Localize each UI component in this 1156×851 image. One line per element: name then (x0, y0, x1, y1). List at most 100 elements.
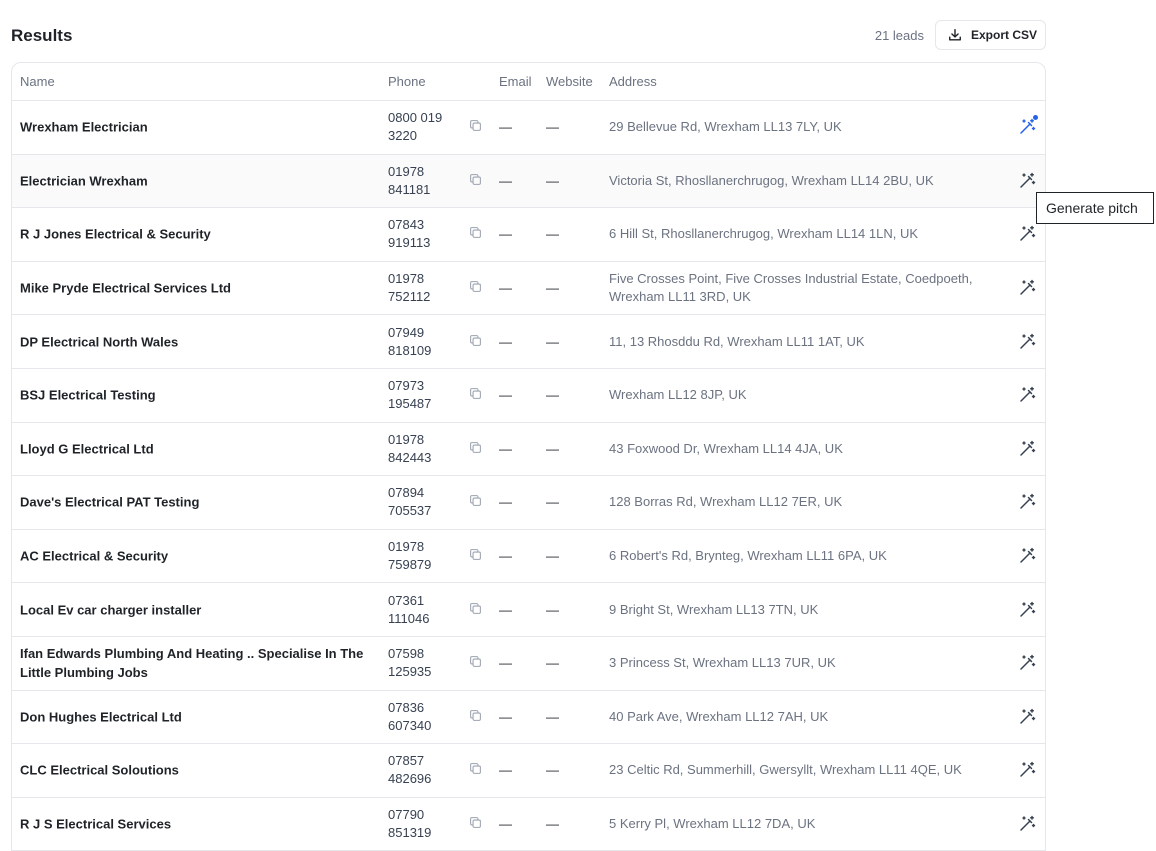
copy-icon[interactable] (469, 548, 482, 564)
lead-website: — (546, 494, 559, 510)
lead-website: — (546, 548, 559, 564)
lead-email: — (499, 602, 512, 618)
lead-website: — (546, 441, 559, 457)
lead-phone-line: 125935 (388, 664, 432, 680)
copy-icon[interactable] (469, 655, 482, 671)
table-row[interactable]: Local Ev car charger installer 07361 11104… (12, 583, 1045, 637)
lead-email: — (499, 387, 512, 403)
lead-phone-line: 0800 019 (388, 110, 443, 126)
lead-phone-line: 482696 (388, 771, 432, 787)
table-row[interactable]: R J S Electrical Services 07790 851319 — — 5 … (12, 798, 1045, 851)
pitch-indicator-dot (1033, 115, 1038, 121)
lead-name: CLC Electrical Soloutions (20, 762, 179, 778)
results-header: Results 21 leads Export CSV (11, 20, 1046, 51)
lead-name: Mike Pryde Electrical Services Ltd (20, 280, 231, 296)
lead-phone-line: 111046 (388, 610, 430, 626)
table-row[interactable]: Dave's Electrical PAT Testing 07894 705537… (12, 476, 1045, 530)
lead-address-line: Wrexham LL12 8JP, UK (609, 387, 747, 403)
lead-phone: 01978 752112 (388, 270, 450, 306)
lead-address: 5 Kerry Pl, Wrexham LL12 7DA, UK (609, 815, 989, 833)
magic-wand-icon[interactable] (1018, 601, 1036, 619)
lead-address: 128 Borras Rd, Wrexham LL12 7ER, UK (609, 493, 989, 511)
lead-phone: 07894 705537 (388, 484, 450, 520)
lead-phone: 01978 841181 (388, 163, 450, 199)
export-csv-label: Export CSV (971, 28, 1038, 42)
magic-wand-icon[interactable] (1018, 815, 1036, 833)
lead-phone-line: 07973 (388, 378, 425, 394)
lead-address: 9 Bright St, Wrexham LL13 7TN, UK (609, 601, 989, 619)
copy-icon[interactable] (469, 280, 482, 296)
lead-email: — (499, 655, 512, 671)
lead-phone-line: 07361 (388, 592, 425, 608)
lead-name: Lloyd G Electrical Ltd (20, 441, 154, 457)
table-row[interactable]: AC Electrical & Security 01978 759879 — — 6 R… (12, 530, 1045, 584)
lead-address-line: 5 Kerry Pl, Wrexham LL12 7DA, UK (609, 816, 816, 832)
table-row[interactable]: DP Electrical North Wales 07949 818109 — — 11… (12, 315, 1045, 369)
column-header-website: Website (546, 74, 593, 89)
magic-wand-icon[interactable] (1018, 279, 1036, 297)
lead-website: — (546, 119, 559, 135)
table-row[interactable]: Lloyd G Electrical Ltd 01978 842443 — — 43 Fo… (12, 423, 1045, 477)
magic-wand-icon[interactable] (1018, 547, 1036, 565)
copy-icon[interactable] (469, 173, 482, 189)
lead-phone-line: 842443 (388, 449, 432, 465)
lead-phone: 07361 111046 (388, 592, 450, 628)
lead-website: — (546, 387, 559, 403)
lead-address-line: 43 Foxwood Dr, Wrexham LL14 4JA, UK (609, 440, 843, 456)
lead-email: — (499, 709, 512, 725)
magic-wand-icon[interactable] (1018, 386, 1036, 404)
lead-name: Electrician Wrexham (20, 173, 148, 189)
table-header: Name Phone Email Website Address (12, 63, 1045, 101)
copy-icon[interactable] (469, 119, 482, 135)
lead-website: — (546, 655, 559, 671)
lead-phone: 0800 019 3220 (388, 109, 450, 145)
lead-email: — (499, 280, 512, 296)
copy-icon[interactable] (469, 762, 482, 778)
magic-wand-icon[interactable] (1018, 333, 1036, 351)
lead-phone-line: 07790 (388, 807, 425, 823)
lead-website: — (546, 762, 559, 778)
magic-wand-icon[interactable] (1018, 225, 1036, 243)
magic-wand-icon[interactable] (1018, 115, 1038, 136)
magic-wand-icon[interactable] (1018, 440, 1036, 458)
copy-icon[interactable] (469, 602, 482, 618)
page-title: Results (11, 26, 73, 45)
lead-name: Wrexham Electrician (20, 119, 148, 135)
lead-phone: 01978 842443 (388, 431, 450, 467)
lead-phone-line: 759879 (388, 557, 432, 573)
table-row[interactable]: Mike Pryde Electrical Services Ltd 01978 7… (12, 262, 1045, 316)
magic-wand-icon[interactable] (1018, 172, 1036, 190)
lead-phone-line: 07857 (388, 753, 425, 769)
copy-icon[interactable] (469, 709, 482, 725)
lead-name: DP Electrical North Wales (20, 334, 179, 350)
copy-icon[interactable] (469, 494, 482, 510)
lead-email: — (499, 548, 512, 564)
lead-phone-line: 07836 (388, 699, 425, 715)
table-row[interactable]: Don Hughes Electrical Ltd 07836 607340 — — 40… (12, 691, 1045, 745)
magic-wand-icon[interactable] (1018, 654, 1036, 672)
lead-phone: 07857 482696 (388, 752, 450, 788)
lead-phone-line: 07894 (388, 485, 425, 501)
magic-wand-icon[interactable] (1018, 708, 1036, 726)
magic-wand-icon[interactable] (1018, 493, 1036, 511)
copy-icon[interactable] (469, 334, 482, 350)
copy-icon[interactable] (469, 226, 482, 242)
lead-address-line: Wrexham LL11 3RD, UK (609, 289, 751, 305)
table-row[interactable]: Wrexham Electrician 0800 019 3220 — — 29 Bell… (12, 101, 1045, 155)
table-row[interactable]: BSJ Electrical Testing 07973 195487 — — Wrexh… (12, 369, 1045, 423)
table-row[interactable]: CLC Electrical Soloutions 07857 482696 — — 23… (12, 744, 1045, 798)
lead-website: — (546, 173, 559, 189)
export-csv-button[interactable]: Export CSV (935, 20, 1046, 50)
lead-phone-line: 818109 (388, 342, 432, 358)
lead-name: R J S Electrical Services (20, 816, 172, 832)
lead-phone-line: 3220 (388, 128, 417, 144)
copy-icon[interactable] (469, 387, 482, 403)
column-header-email: Email (499, 74, 532, 89)
magic-wand-icon[interactable] (1018, 761, 1036, 779)
copy-icon[interactable] (469, 441, 482, 457)
table-row[interactable]: Electrician Wrexham 01978 841181 — — Victoria… (12, 154, 1045, 209)
copy-icon[interactable] (469, 816, 482, 832)
table-row[interactable]: R J Jones Electrical & Security 07843 9191… (12, 208, 1045, 262)
lead-phone-line: 01978 (388, 271, 425, 287)
table-row[interactable]: Ifan Edwards Plumbing And Heating .. Spe… (12, 637, 1045, 691)
